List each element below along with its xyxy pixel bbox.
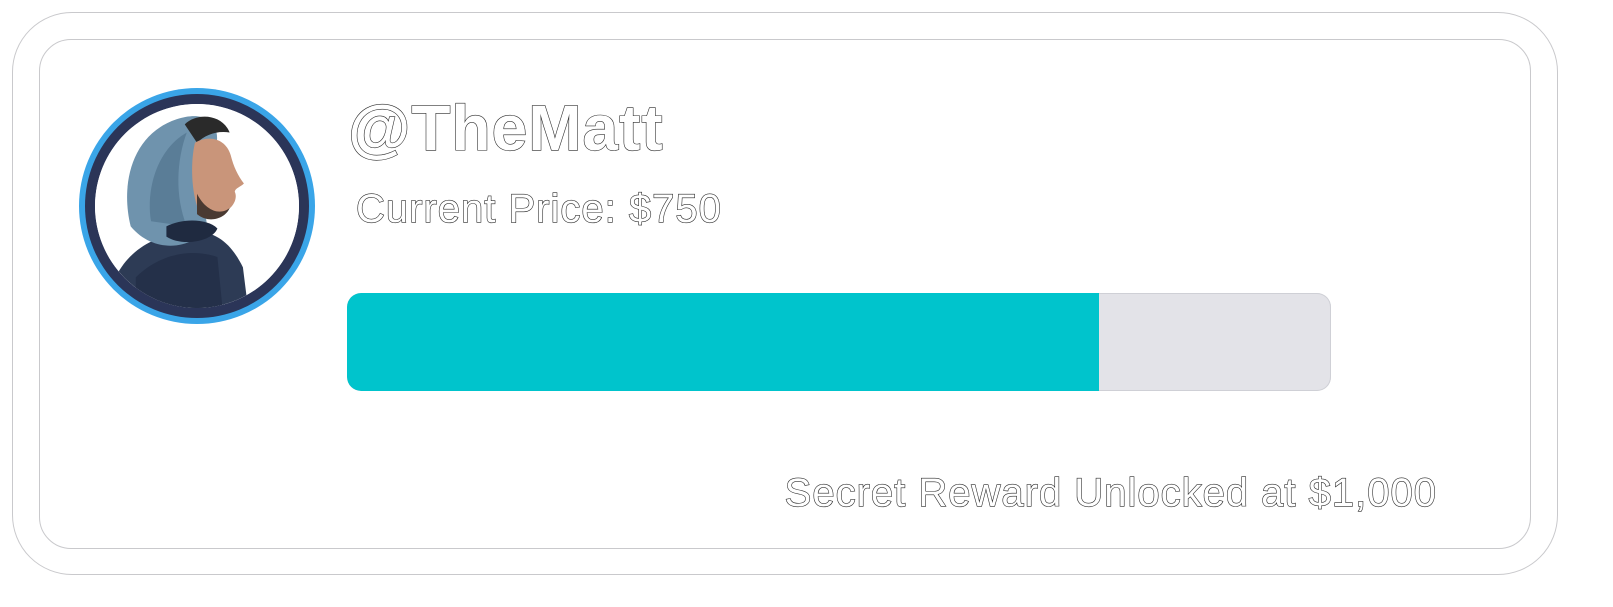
username-title: @TheMatt	[347, 91, 664, 164]
price-progress-bar	[347, 293, 1331, 391]
current-price-label: Current Price: $750	[355, 186, 722, 231]
price-progress-fill	[347, 293, 1099, 391]
avatar-ring	[85, 94, 309, 318]
avatar-photo	[95, 104, 299, 308]
secret-reward-label: Secret Reward Unlocked at $1,000	[784, 470, 1437, 515]
profile-photo-icon	[95, 104, 299, 308]
avatar[interactable]	[79, 88, 315, 324]
reward-card-stage: @TheMatt Current Price: $750 Secret Rewa…	[0, 0, 1613, 607]
